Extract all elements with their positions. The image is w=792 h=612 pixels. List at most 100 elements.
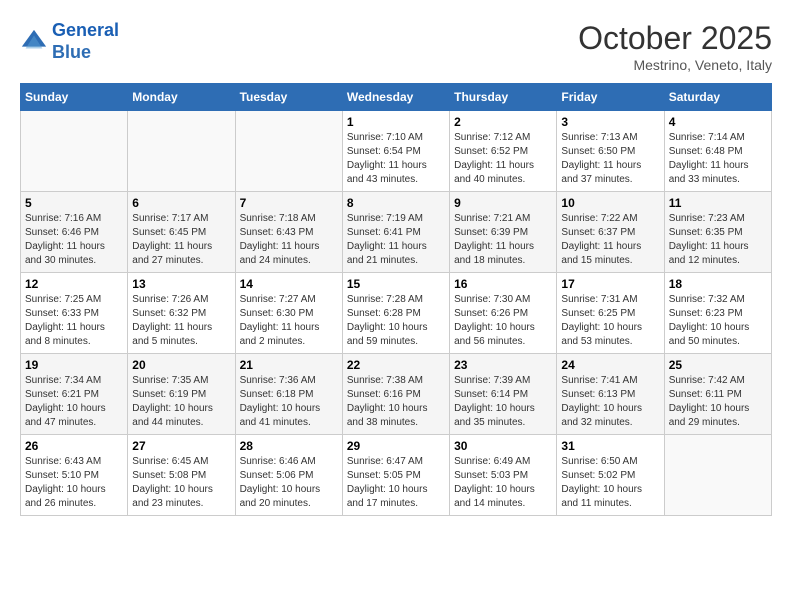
day-info: Sunrise: 7:32 AM Sunset: 6:23 PM Dayligh… <box>669 293 767 349</box>
calendar-cell: 30Sunrise: 6:49 AM Sunset: 5:03 PM Dayli… <box>450 435 557 516</box>
day-number: 2 <box>454 115 552 129</box>
day-number: 7 <box>240 196 338 210</box>
calendar-cell: 6Sunrise: 7:17 AM Sunset: 6:45 PM Daylig… <box>128 192 235 273</box>
day-number: 6 <box>132 196 230 210</box>
day-number: 10 <box>561 196 659 210</box>
calendar-week-1: 1 Sunrise: 7:10 AM Sunset: 6:54 PM Daylig… <box>21 111 772 192</box>
calendar-cell: 9Sunrise: 7:21 AM Sunset: 6:39 PM Daylig… <box>450 192 557 273</box>
day-number: 5 <box>25 196 123 210</box>
day-info: Sunrise: 7:19 AM Sunset: 6:41 PM Dayligh… <box>347 212 445 268</box>
calendar-cell <box>235 111 342 192</box>
day-info: Sunrise: 7:13 AM Sunset: 6:50 PM Dayligh… <box>561 131 659 187</box>
calendar-cell: 8 Sunrise: 7:19 AM Sunset: 6:41 PM Daylig… <box>342 192 449 273</box>
title-block: October 2025 Mestrino, Veneto, Italy <box>578 20 772 73</box>
calendar-cell: 13 Sunrise: 7:26 AM Sunset: 6:32 PM Dayli… <box>128 273 235 354</box>
day-info: Sunrise: 7:38 AM Sunset: 6:16 PM Dayligh… <box>347 374 445 430</box>
day-info: Sunrise: 7:21 AM Sunset: 6:39 PM Dayligh… <box>454 212 552 268</box>
calendar-cell: 31 Sunrise: 6:50 AM Sunset: 5:02 PM Dayli… <box>557 435 664 516</box>
calendar-week-2: 5Sunrise: 7:16 AM Sunset: 6:46 PM Daylig… <box>21 192 772 273</box>
day-number: 23 <box>454 358 552 372</box>
day-info: Sunrise: 6:47 AM Sunset: 5:05 PM Dayligh… <box>347 455 445 511</box>
day-number: 28 <box>240 439 338 453</box>
day-info: Sunrise: 7:28 AM Sunset: 6:28 PM Dayligh… <box>347 293 445 349</box>
calendar-cell: 25 Sunrise: 7:42 AM Sunset: 6:11 PM Dayli… <box>664 354 771 435</box>
calendar-cell: 5Sunrise: 7:16 AM Sunset: 6:46 PM Daylig… <box>21 192 128 273</box>
day-number: 11 <box>669 196 767 210</box>
calendar-cell: 16Sunrise: 7:30 AM Sunset: 6:26 PM Dayli… <box>450 273 557 354</box>
day-number: 18 <box>669 277 767 291</box>
day-number: 25 <box>669 358 767 372</box>
calendar-cell: 4 Sunrise: 7:14 AM Sunset: 6:48 PM Daylig… <box>664 111 771 192</box>
day-number: 13 <box>132 277 230 291</box>
day-info: Sunrise: 7:36 AM Sunset: 6:18 PM Dayligh… <box>240 374 338 430</box>
calendar-cell: 1 Sunrise: 7:10 AM Sunset: 6:54 PM Daylig… <box>342 111 449 192</box>
calendar-cell: 22 Sunrise: 7:38 AM Sunset: 6:16 PM Dayli… <box>342 354 449 435</box>
day-number: 29 <box>347 439 445 453</box>
weekday-header-thursday: Thursday <box>450 84 557 111</box>
weekday-header-tuesday: Tuesday <box>235 84 342 111</box>
calendar-cell <box>128 111 235 192</box>
calendar-table: SundayMondayTuesdayWednesdayThursdayFrid… <box>20 83 772 516</box>
day-number: 21 <box>240 358 338 372</box>
calendar-week-3: 12 Sunrise: 7:25 AM Sunset: 6:33 PM Dayli… <box>21 273 772 354</box>
calendar-cell: 2Sunrise: 7:12 AM Sunset: 6:52 PM Daylig… <box>450 111 557 192</box>
day-info: Sunrise: 7:31 AM Sunset: 6:25 PM Dayligh… <box>561 293 659 349</box>
day-number: 20 <box>132 358 230 372</box>
calendar-cell: 15 Sunrise: 7:28 AM Sunset: 6:28 PM Dayli… <box>342 273 449 354</box>
day-number: 26 <box>25 439 123 453</box>
calendar-cell: 7 Sunrise: 7:18 AM Sunset: 6:43 PM Daylig… <box>235 192 342 273</box>
calendar-cell: 11 Sunrise: 7:23 AM Sunset: 6:35 PM Dayli… <box>664 192 771 273</box>
calendar-cell: 21 Sunrise: 7:36 AM Sunset: 6:18 PM Dayli… <box>235 354 342 435</box>
day-info: Sunrise: 7:25 AM Sunset: 6:33 PM Dayligh… <box>25 293 123 349</box>
calendar-cell: 20 Sunrise: 7:35 AM Sunset: 6:19 PM Dayli… <box>128 354 235 435</box>
calendar-cell: 29 Sunrise: 6:47 AM Sunset: 5:05 PM Dayli… <box>342 435 449 516</box>
day-info: Sunrise: 7:41 AM Sunset: 6:13 PM Dayligh… <box>561 374 659 430</box>
day-info: Sunrise: 7:35 AM Sunset: 6:19 PM Dayligh… <box>132 374 230 430</box>
calendar-cell: 28 Sunrise: 6:46 AM Sunset: 5:06 PM Dayli… <box>235 435 342 516</box>
calendar-cell: 23 Sunrise: 7:39 AM Sunset: 6:14 PM Dayli… <box>450 354 557 435</box>
day-info: Sunrise: 7:42 AM Sunset: 6:11 PM Dayligh… <box>669 374 767 430</box>
location-subtitle: Mestrino, Veneto, Italy <box>578 57 772 73</box>
day-number: 31 <box>561 439 659 453</box>
calendar-cell: 26 Sunrise: 6:43 AM Sunset: 5:10 PM Dayli… <box>21 435 128 516</box>
logo-line1: General <box>52 20 119 40</box>
page-header: General Blue October 2025 Mestrino, Vene… <box>20 20 772 73</box>
day-number: 3 <box>561 115 659 129</box>
month-title: October 2025 <box>578 20 772 57</box>
calendar-cell: 10 Sunrise: 7:22 AM Sunset: 6:37 PM Dayli… <box>557 192 664 273</box>
day-number: 24 <box>561 358 659 372</box>
day-number: 12 <box>25 277 123 291</box>
day-number: 14 <box>240 277 338 291</box>
day-info: Sunrise: 7:22 AM Sunset: 6:37 PM Dayligh… <box>561 212 659 268</box>
calendar-cell: 24 Sunrise: 7:41 AM Sunset: 6:13 PM Dayli… <box>557 354 664 435</box>
calendar-cell: 12 Sunrise: 7:25 AM Sunset: 6:33 PM Dayli… <box>21 273 128 354</box>
weekday-header-sunday: Sunday <box>21 84 128 111</box>
calendar-week-5: 26 Sunrise: 6:43 AM Sunset: 5:10 PM Dayli… <box>21 435 772 516</box>
calendar-week-4: 19Sunrise: 7:34 AM Sunset: 6:21 PM Dayli… <box>21 354 772 435</box>
day-info: Sunrise: 6:50 AM Sunset: 5:02 PM Dayligh… <box>561 455 659 511</box>
calendar-cell: 19Sunrise: 7:34 AM Sunset: 6:21 PM Dayli… <box>21 354 128 435</box>
day-info: Sunrise: 7:10 AM Sunset: 6:54 PM Dayligh… <box>347 131 445 187</box>
day-number: 4 <box>669 115 767 129</box>
day-number: 17 <box>561 277 659 291</box>
day-number: 8 <box>347 196 445 210</box>
day-info: Sunrise: 6:46 AM Sunset: 5:06 PM Dayligh… <box>240 455 338 511</box>
day-info: Sunrise: 7:26 AM Sunset: 6:32 PM Dayligh… <box>132 293 230 349</box>
day-info: Sunrise: 7:30 AM Sunset: 6:26 PM Dayligh… <box>454 293 552 349</box>
day-info: Sunrise: 7:14 AM Sunset: 6:48 PM Dayligh… <box>669 131 767 187</box>
day-number: 1 <box>347 115 445 129</box>
day-number: 27 <box>132 439 230 453</box>
day-info: Sunrise: 6:45 AM Sunset: 5:08 PM Dayligh… <box>132 455 230 511</box>
day-number: 22 <box>347 358 445 372</box>
calendar-cell: 27 Sunrise: 6:45 AM Sunset: 5:08 PM Dayli… <box>128 435 235 516</box>
day-info: Sunrise: 7:39 AM Sunset: 6:14 PM Dayligh… <box>454 374 552 430</box>
calendar-header: SundayMondayTuesdayWednesdayThursdayFrid… <box>21 84 772 111</box>
logo: General Blue <box>20 20 119 63</box>
logo-text: General Blue <box>52 20 119 63</box>
calendar-cell: 18 Sunrise: 7:32 AM Sunset: 6:23 PM Dayli… <box>664 273 771 354</box>
day-info: Sunrise: 6:43 AM Sunset: 5:10 PM Dayligh… <box>25 455 123 511</box>
day-info: Sunrise: 7:23 AM Sunset: 6:35 PM Dayligh… <box>669 212 767 268</box>
day-info: Sunrise: 7:18 AM Sunset: 6:43 PM Dayligh… <box>240 212 338 268</box>
day-info: Sunrise: 7:27 AM Sunset: 6:30 PM Dayligh… <box>240 293 338 349</box>
day-number: 15 <box>347 277 445 291</box>
